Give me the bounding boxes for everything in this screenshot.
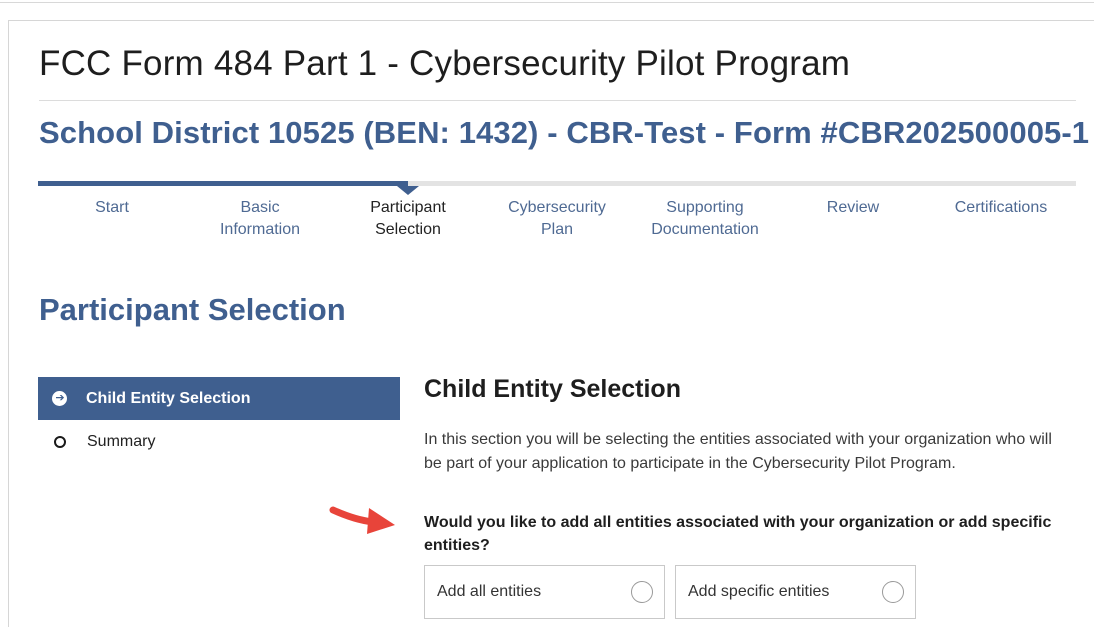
- step-label: Participant: [370, 199, 446, 216]
- arrow-right-circle-icon: ➔: [52, 391, 67, 406]
- title-divider: [39, 100, 1076, 101]
- stepper-active-pointer: [397, 186, 419, 195]
- step-label: Start: [95, 199, 129, 216]
- step-label: Certifications: [954, 199, 1048, 216]
- form-subtitle: School District 10525 (BEN: 1432) - CBR-…: [39, 115, 1090, 150]
- content-title: Child Entity Selection: [424, 375, 681, 403]
- section-title: Participant Selection: [39, 292, 346, 327]
- red-arrow-icon: [329, 506, 395, 534]
- sidenav-item-summary[interactable]: Summary: [38, 430, 400, 454]
- top-divider: [0, 0, 1094, 3]
- step-start[interactable]: Start: [38, 197, 186, 219]
- step-label: Review: [826, 199, 880, 216]
- sidenav-item-label: Child Entity Selection: [86, 389, 251, 407]
- step-certifications[interactable]: Certifications: [927, 197, 1075, 219]
- step-label: Documentation: [651, 221, 759, 238]
- content-description: In this section you will be selecting th…: [424, 431, 1052, 472]
- step-cybersecurity-plan[interactable]: Cybersecurity Plan: [483, 197, 631, 241]
- add-all-entities-option[interactable]: Add all entities: [424, 565, 665, 619]
- sidenav-item-label: Summary: [87, 433, 156, 450]
- step-label: Cybersecurity: [508, 199, 606, 216]
- stepper-progress: [38, 181, 408, 186]
- step-label: Supporting: [666, 199, 744, 216]
- step-supporting-documentation[interactable]: Supporting Documentation: [631, 197, 779, 241]
- option-label: Add specific entities: [688, 583, 830, 600]
- entity-selection-question: Would you like to add all entities assoc…: [424, 514, 1052, 554]
- stepper-track: [38, 181, 1076, 195]
- step-participant-selection[interactable]: Participant Selection: [334, 197, 482, 241]
- step-basic-information[interactable]: Basic Information: [186, 197, 334, 241]
- add-specific-entities-option[interactable]: Add specific entities: [675, 565, 916, 619]
- form-title: FCC Form 484 Part 1 - Cybersecurity Pilo…: [39, 44, 851, 83]
- step-label: Information: [219, 221, 301, 238]
- step-review[interactable]: Review: [779, 197, 927, 219]
- step-label: Basic: [240, 199, 280, 216]
- option-label: Add all entities: [437, 583, 542, 600]
- add-specific-entities-radio[interactable]: [882, 581, 904, 603]
- step-label: Plan: [540, 221, 574, 238]
- add-all-entities-radio[interactable]: [631, 581, 653, 603]
- circle-outline-icon: [54, 436, 66, 448]
- step-label: Selection: [375, 221, 441, 238]
- sidenav-item-child-entity-selection[interactable]: ➔ Child Entity Selection: [38, 377, 400, 420]
